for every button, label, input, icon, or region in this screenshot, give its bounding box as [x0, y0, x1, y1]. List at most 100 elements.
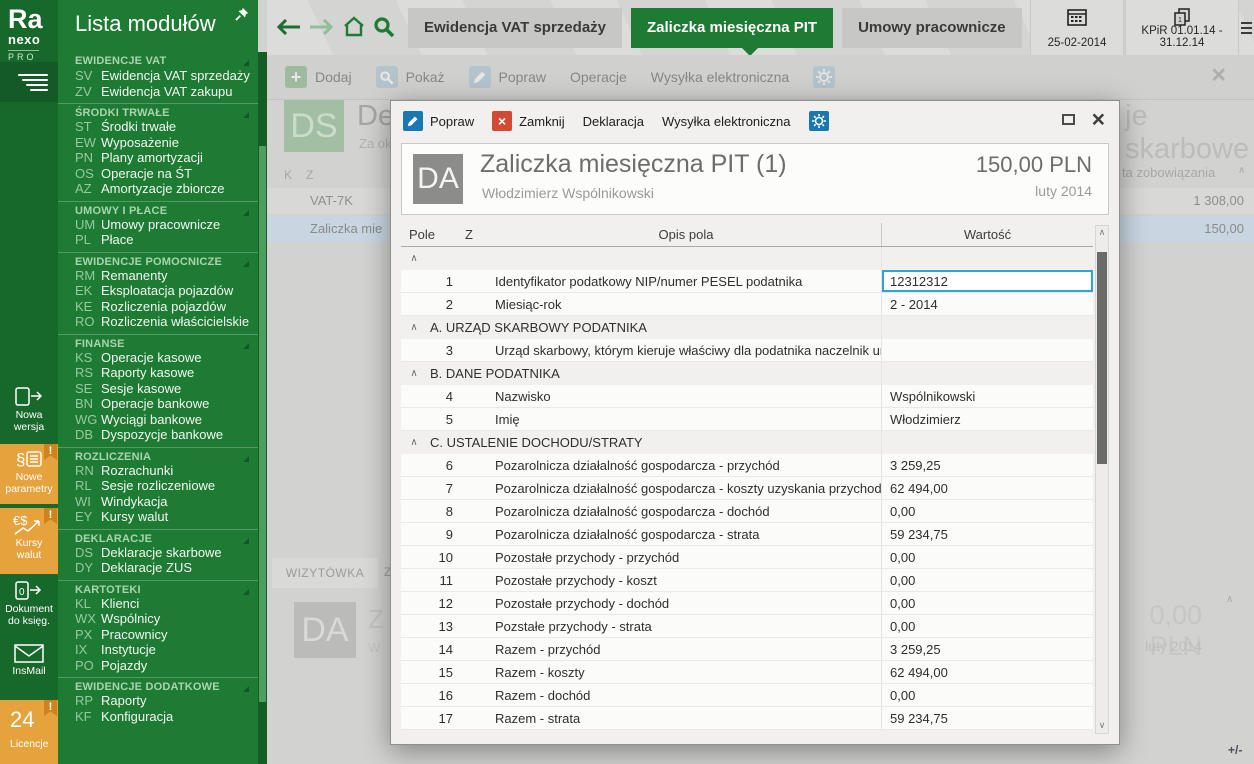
- row-collapse-icon[interactable]: ∧: [401, 592, 427, 614]
- sidebar-entry[interactable]: WG Wyciągi bankowe: [58, 412, 258, 428]
- sidebar-entry[interactable]: WX Wspólnicy: [58, 611, 258, 627]
- view-close-icon[interactable]: ×: [1211, 61, 1226, 90]
- row-collapse-icon[interactable]: ∧: [401, 270, 427, 292]
- scroll-up-icon[interactable]: ∧: [1096, 228, 1108, 238]
- row-collapse-icon[interactable]: ∧: [401, 661, 427, 683]
- tab-zaliczka-miesieczna-pit[interactable]: Zaliczka miesięczna PIT: [631, 8, 833, 48]
- wysylka-elektroniczna-menu[interactable]: Wysyłka elektroniczna: [651, 69, 789, 85]
- sidebar-entry[interactable]: OS Operacje na ŚT: [58, 166, 258, 182]
- sidebar-scrollbar[interactable]: [258, 52, 267, 764]
- table-row[interactable]: ∧ 15 Razem - koszty 62 494,00: [401, 661, 1093, 684]
- row-field-value[interactable]: 0,00: [881, 615, 1093, 637]
- row-field-value[interactable]: [881, 316, 1093, 339]
- sidebar-entry[interactable]: RN Rozrachunki: [58, 463, 258, 479]
- table-row[interactable]: ∧ 1 Identyfikator podatkowy NIP/numer PE…: [401, 270, 1093, 293]
- row-field-value[interactable]: [881, 339, 1093, 361]
- table-row[interactable]: ∧ 8 Pozarolnicza działalność gospodarcza…: [401, 500, 1093, 523]
- row-field-value[interactable]: [881, 431, 1093, 454]
- row-field-value[interactable]: [881, 247, 1093, 270]
- row-field-value[interactable]: 3 259,25: [881, 638, 1093, 660]
- row-collapse-icon[interactable]: ∧: [401, 339, 427, 361]
- popraw-button[interactable]: Popraw: [469, 66, 546, 88]
- row-field-value[interactable]: 62 494,00: [881, 477, 1093, 499]
- row-field-value[interactable]: 3 259,25: [881, 454, 1093, 476]
- table-row[interactable]: ∧ 13 Pozstałe przychody - strata 0,00: [401, 615, 1093, 638]
- sidebar-entry[interactable]: EK Eksploatacja pojazdów: [58, 283, 258, 299]
- row-collapse-icon[interactable]: ∧: [401, 454, 427, 476]
- row-field-value[interactable]: 0,00: [881, 546, 1093, 568]
- sidebar-entry[interactable]: AZ Amortyzacje zbiorcze: [58, 181, 258, 197]
- table-row[interactable]: ∧ 6 Pozarolnicza działalność gospodarcza…: [401, 454, 1093, 477]
- table-row[interactable]: ∧ 12 Pozostałe przychody - dochód 0,00: [401, 592, 1093, 615]
- sidebar-entry[interactable]: SE Sesje kasowe: [58, 381, 258, 397]
- table-row[interactable]: ∧ 5 Imię Włodzimierz: [401, 408, 1093, 431]
- sidebar-entry[interactable]: EWIDENCJE POMOCNICZE: [58, 252, 258, 268]
- sidebar-entry[interactable]: EWIDENCJE DODATKOWE: [58, 677, 258, 693]
- rail-item-insmail[interactable]: InsMail: [0, 638, 58, 688]
- dialog-maximize-button[interactable]: [1062, 114, 1075, 125]
- row-collapse-icon[interactable]: ∧: [401, 477, 427, 499]
- dialog-wysylka-menu[interactable]: Wysyłka elektroniczna: [662, 114, 790, 129]
- sidebar-entry[interactable]: WI Windykacja: [58, 494, 258, 510]
- sidebar-entry[interactable]: KE Rozliczenia pojazdów: [58, 299, 258, 315]
- table-row[interactable]: ∧ 3 Urząd skarbowy, którym kieruje właśc…: [401, 339, 1093, 362]
- sidebar-entry[interactable]: EWIDENCJE VAT: [58, 52, 258, 68]
- sidebar-entry[interactable]: UMOWY I PŁACE: [58, 201, 258, 217]
- row-field-value[interactable]: 59 234,75: [881, 523, 1093, 545]
- row-collapse-icon[interactable]: ∧: [401, 546, 427, 568]
- sidebar-entry[interactable]: RM Remanenty: [58, 268, 258, 284]
- dialog-deklaracja-menu[interactable]: Deklaracja: [583, 114, 644, 129]
- rail-item-nowa-wersja[interactable]: Nowa wersja: [0, 382, 58, 440]
- tab-ewidencja-vat-sprzedazy[interactable]: Ewidencja VAT sprzedaży: [408, 8, 622, 48]
- table-row[interactable]: ∧ A. URZĄD SKARBOWY PODATNIKA: [401, 316, 1093, 339]
- row-collapse-icon[interactable]: ∧: [401, 707, 427, 729]
- sidebar-entry[interactable]: EY Kursy walut: [58, 509, 258, 525]
- row-field-value[interactable]: Włodzimierz: [881, 408, 1093, 430]
- row-collapse-icon[interactable]: ∧: [401, 615, 427, 637]
- row-field-value[interactable]: [881, 362, 1093, 385]
- table-row[interactable]: ∧ B. DANE PODATNIKA: [401, 362, 1093, 385]
- sidebar-entry[interactable]: ŚRODKI TRWAŁE: [58, 103, 258, 119]
- sidebar-entry[interactable]: PN Plany amortyzacji: [58, 150, 258, 166]
- sidebar-entry[interactable]: IX Instytucje: [58, 642, 258, 658]
- tab-umowy-pracownicze[interactable]: Umowy pracownicze: [842, 8, 1022, 48]
- forward-button[interactable]: [309, 19, 333, 40]
- sidebar-scrollbar-thumb[interactable]: [259, 146, 266, 702]
- row-field-value[interactable]: 62 494,00: [881, 661, 1093, 683]
- row-field-value[interactable]: Wspólnikowski: [881, 385, 1093, 407]
- sidebar-entry[interactable]: PL Płace: [58, 232, 258, 248]
- pin-icon[interactable]: [235, 7, 249, 26]
- dialog-settings-button[interactable]: [809, 111, 829, 131]
- row-collapse-icon[interactable]: ∧: [401, 247, 427, 270]
- search-icon[interactable]: [373, 16, 395, 43]
- sidebar-entry[interactable]: RS Raporty kasowe: [58, 365, 258, 381]
- sidebar-entry[interactable]: ROZLICZENIA: [58, 447, 258, 463]
- column-header-pole[interactable]: Pole: [409, 223, 465, 246]
- dialog-scrollbar-thumb[interactable]: [1097, 252, 1107, 464]
- sidebar-entry[interactable]: SV Ewidencja VAT sprzedaży: [58, 68, 258, 84]
- table-row[interactable]: ∧ 4 Nazwisko Wspólnikowski: [401, 385, 1093, 408]
- dialog-close-button[interactable]: ×: [1092, 110, 1105, 128]
- row-collapse-icon[interactable]: ∧: [401, 638, 427, 660]
- column-header-opis-pola[interactable]: Opis pola: [491, 223, 881, 246]
- row-collapse-icon[interactable]: ∧: [401, 500, 427, 522]
- table-row[interactable]: ∧ 10 Pozostałe przychody - przychód 0,00: [401, 546, 1093, 569]
- sidebar-entry[interactable]: FINANSE: [58, 334, 258, 350]
- sidebar-entry[interactable]: DY Deklaracje ZUS: [58, 560, 258, 576]
- work-date-selector[interactable]: 25-02-2014: [1030, 0, 1124, 55]
- row-field-value[interactable]: 0,00: [881, 592, 1093, 614]
- table-row[interactable]: ∧ 17 Razem - strata 59 234,75: [401, 707, 1093, 730]
- sidebar-entry[interactable]: KS Operacje kasowe: [58, 350, 258, 366]
- sidebar-entry[interactable]: RP Raporty: [58, 693, 258, 709]
- sidebar-entry[interactable]: DEKLARACJE: [58, 529, 258, 545]
- back-button[interactable]: [277, 19, 301, 40]
- window-menu-icon[interactable]: [1241, 22, 1252, 37]
- row-collapse-icon[interactable]: ∧: [401, 523, 427, 545]
- row-collapse-icon[interactable]: ∧: [401, 431, 427, 454]
- column-header-wartosc[interactable]: Wartość: [881, 223, 1093, 246]
- row-collapse-icon[interactable]: ∧: [401, 293, 427, 315]
- sidebar-entry[interactable]: KF Konfiguracja: [58, 709, 258, 725]
- sidebar-entry[interactable]: DB Dyspozycje bankowe: [58, 427, 258, 443]
- sidebar-entry[interactable]: DS Deklaracje skarbowe: [58, 545, 258, 561]
- rail-item-kursy-walut[interactable]: ! €$ Kursy walut: [0, 508, 58, 574]
